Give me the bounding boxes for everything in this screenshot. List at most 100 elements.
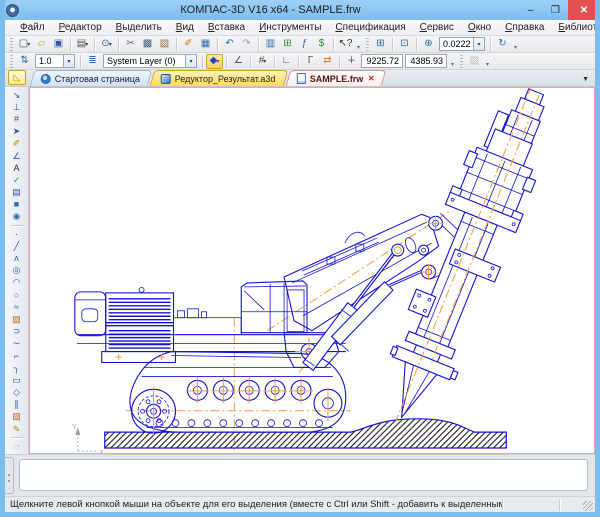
- toolbar-overflow-chevron[interactable]: ▾: [511, 37, 520, 51]
- tool-macro[interactable]: ▱: [8, 440, 26, 452]
- compact-panel-toggle-button[interactable]: ◺: [8, 70, 26, 85]
- menu-tools[interactable]: Инструменты: [252, 21, 328, 34]
- local-axes-button[interactable]: ∟: [278, 54, 295, 69]
- variables-button[interactable]: ⊞: [279, 37, 296, 52]
- tool-circle[interactable]: ◎: [8, 265, 26, 277]
- tool-fillet[interactable]: ╮: [8, 362, 26, 374]
- copy-properties-button[interactable]: ✐: [180, 37, 197, 52]
- menu-insert[interactable]: Вставка: [201, 21, 252, 34]
- separator: [11, 437, 23, 438]
- menu-view[interactable]: Вид: [169, 21, 201, 34]
- coordinates-icon[interactable]: ∔: [343, 54, 360, 69]
- tool-line[interactable]: ╱: [8, 240, 26, 252]
- save-button[interactable]: ▣: [50, 37, 67, 52]
- print-button[interactable]: ▤▾: [74, 37, 91, 52]
- tool-ellipse[interactable]: ○: [8, 289, 26, 301]
- tab-list-dropdown[interactable]: ▼: [580, 76, 591, 86]
- tool-snap[interactable]: ⊥: [8, 101, 26, 113]
- toolbar-overflow-chevron[interactable]: ▾: [483, 54, 492, 68]
- grid-button[interactable]: #▾: [254, 54, 271, 69]
- menu-specification[interactable]: Спецификация: [328, 21, 412, 34]
- tool-grid[interactable]: #: [8, 113, 26, 125]
- menu-file[interactable]: Файл: [13, 21, 52, 34]
- tab-close-icon[interactable]: ✕: [367, 74, 374, 83]
- tool-hatch-region[interactable]: ▧: [8, 313, 26, 325]
- menu-window[interactable]: Окно: [461, 21, 498, 34]
- menu-libraries[interactable]: Библиотеки: [551, 21, 600, 34]
- layers-button[interactable]: ≣: [84, 54, 101, 69]
- new-document-button[interactable]: ▢▾: [16, 37, 33, 52]
- tool-hatch-lines[interactable]: ∥: [8, 399, 26, 411]
- tool-rectangle[interactable]: ▭: [8, 374, 26, 386]
- copy-button[interactable]: ▩: [139, 37, 156, 52]
- zoom-select-button[interactable]: ⊡: [396, 37, 413, 52]
- drawing-canvas[interactable]: Y x: [29, 87, 595, 454]
- coord-y-field[interactable]: 4385.93: [405, 54, 447, 68]
- tool-solid-ellipse[interactable]: ◉: [8, 211, 26, 223]
- tool-point[interactable]: ·: [8, 228, 26, 240]
- properties-button[interactable]: ▦: [197, 37, 214, 52]
- paste-button[interactable]: ▧: [156, 37, 173, 52]
- tool-angle[interactable]: ∠: [8, 150, 26, 162]
- tool-measure[interactable]: ✐: [8, 138, 26, 150]
- maximize-button[interactable]: ❐: [543, 0, 568, 20]
- cut-button[interactable]: ✂: [122, 37, 139, 52]
- snaps-button[interactable]: ◆▾: [206, 54, 223, 69]
- toolbar-overflow-chevron[interactable]: ▾: [448, 54, 457, 68]
- fx-button[interactable]: ƒ: [296, 37, 313, 52]
- tool-chamfer[interactable]: ⌐: [8, 350, 26, 362]
- resize-grip[interactable]: [583, 501, 593, 511]
- preview-button[interactable]: ⊙▾: [98, 37, 115, 52]
- toolbar-standard: ▢▾▱▣▤▾⊙▾✂▩▧✐▦↶↷▥⊞ƒ$↖?▾⊞⊡⊕0.0222▾↻▾: [5, 36, 595, 53]
- tool-check[interactable]: ✓: [8, 174, 26, 186]
- coord-x-field[interactable]: 9225.72: [361, 54, 403, 68]
- tool-text[interactable]: A: [8, 162, 26, 174]
- open-button[interactable]: ▱: [33, 37, 50, 52]
- zoom-in-button[interactable]: ⊕: [420, 37, 437, 52]
- library-manager-button[interactable]: ▥: [262, 37, 279, 52]
- tool-offset[interactable]: ⊃: [8, 326, 26, 338]
- selection-filter-button[interactable]: ▧: [466, 54, 483, 69]
- tool-sheet[interactable]: ▤: [8, 187, 26, 199]
- menu-help[interactable]: Справка: [498, 21, 551, 34]
- tool-solid-rect[interactable]: ■: [8, 199, 26, 211]
- fragment-document-icon: [297, 73, 306, 84]
- zoom-area-button[interactable]: ⊞: [372, 37, 389, 52]
- scale-combo[interactable]: 0.0222▾: [439, 37, 485, 51]
- tab-label: SAMPLE.frw: [310, 74, 364, 84]
- tool-polygon[interactable]: ◇: [8, 387, 26, 399]
- undo-button[interactable]: ↶: [221, 37, 238, 52]
- tool-edit[interactable]: ↘: [8, 89, 26, 101]
- tool-brush[interactable]: ✎: [8, 423, 26, 435]
- menu-editor[interactable]: Редактор: [52, 21, 109, 34]
- tab-sample-frw[interactable]: SAMPLE.frw ✕: [286, 70, 387, 86]
- tool-arrow[interactable]: ➤: [8, 126, 26, 138]
- units-button[interactable]: $: [313, 37, 330, 52]
- menu-service[interactable]: Сервис: [413, 21, 461, 34]
- tool-curve[interactable]: ∼: [8, 338, 26, 350]
- refresh-view-button[interactable]: ↻: [494, 37, 511, 52]
- tab-label: Стартовая страница: [55, 74, 140, 84]
- tab-start-page[interactable]: Стартовая страница: [30, 70, 153, 86]
- tool-arc[interactable]: ◠: [8, 277, 26, 289]
- property-bar-handle[interactable]: [5, 457, 14, 494]
- ortho-button[interactable]: Г: [302, 54, 319, 69]
- counterweight: [75, 292, 106, 336]
- tool-spline[interactable]: ≈: [8, 301, 26, 313]
- minimize-button[interactable]: –: [518, 0, 543, 20]
- menu-select[interactable]: Выделить: [109, 21, 169, 34]
- toolbar-overflow-chevron[interactable]: ▾: [354, 37, 363, 51]
- snap-step-button[interactable]: ⇅: [16, 54, 33, 69]
- roundoff-button[interactable]: ⇄: [319, 54, 336, 69]
- redo-button[interactable]: ↷: [238, 37, 255, 52]
- tool-polyline[interactable]: ʌ: [8, 252, 26, 264]
- tool-fill[interactable]: ▨: [8, 411, 26, 423]
- context-help-button[interactable]: ↖?: [337, 37, 354, 52]
- step-combo[interactable]: 1.0▾: [35, 54, 75, 68]
- tab-reduktor-model[interactable]: Редуктор_Результат.a3d: [150, 70, 288, 86]
- separator: [339, 55, 340, 68]
- layer-combo[interactable]: System Layer (0)▾: [103, 54, 197, 68]
- close-button[interactable]: ✕: [568, 0, 600, 20]
- angle-snap-button[interactable]: ∠: [230, 54, 247, 69]
- property-panel-area[interactable]: [19, 459, 588, 491]
